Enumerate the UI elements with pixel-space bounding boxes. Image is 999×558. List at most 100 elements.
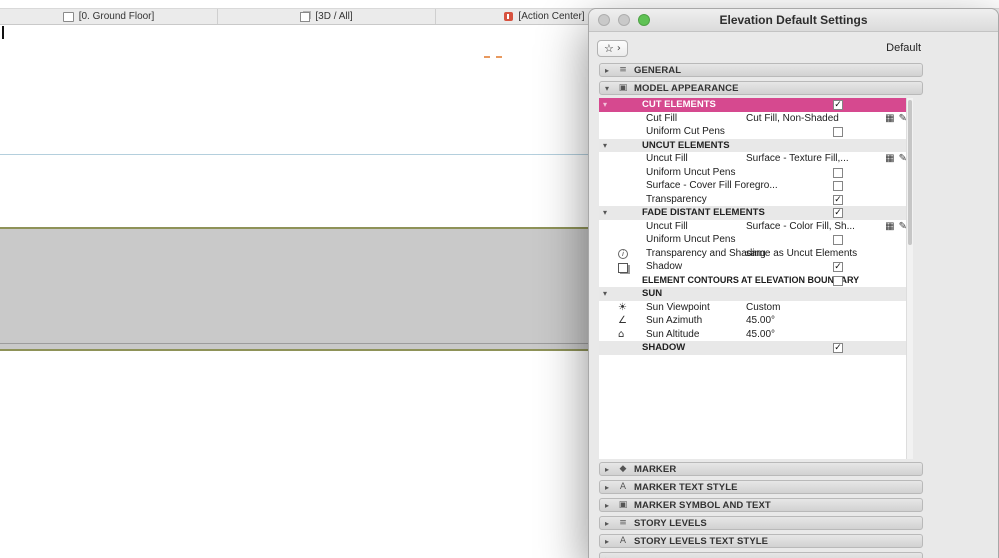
row-value[interactable]: Custom (746, 301, 780, 315)
story-levels-text-icon: A (619, 536, 627, 546)
uniform-uncut-pens-checkbox[interactable] (833, 167, 843, 178)
cut-elements-checkbox[interactable] (833, 100, 843, 110)
subsection-fade-distant-elements[interactable]: ▾ FADE DISTANT ELEMENTS (599, 206, 913, 220)
element-contours-checkbox[interactable] (833, 275, 843, 286)
row-value[interactable]: Surface - Texture Fill,... (746, 152, 849, 166)
section-header-partial[interactable]: ▸ (599, 552, 923, 558)
favorites-button[interactable]: ☆ › (597, 39, 628, 57)
section-label: MARKER TEXT STYLE (634, 481, 738, 493)
section-story-levels[interactable]: ▸ ≡ STORY LEVELS (599, 516, 923, 530)
disclosure-triangle[interactable]: ▸ (605, 501, 612, 510)
fade-uniform-uncut-pens-checkbox[interactable] (833, 235, 843, 245)
row-transparency[interactable]: Transparency (599, 192, 913, 206)
transparency-checkbox[interactable] (833, 194, 843, 205)
row-value[interactable]: 45.00° (746, 328, 775, 342)
row-fade-uniform-uncut-pens[interactable]: Uniform Uncut Pens (599, 233, 913, 247)
subsection-label: UNCUT ELEMENTS (642, 139, 730, 151)
elevation-guide-line (0, 154, 588, 155)
slab-inner-line (0, 343, 588, 344)
zoom-button[interactable] (638, 14, 650, 26)
tab-ground-floor[interactable]: [0. Ground Floor] (0, 9, 218, 24)
section-marker-symbol-and-text[interactable]: ▸ ▣ MARKER SYMBOL AND TEXT (599, 498, 923, 512)
minimize-button[interactable] (618, 14, 630, 26)
row-value[interactable]: Cut Fill, Non-Shaded (746, 112, 839, 126)
close-button[interactable] (598, 14, 610, 26)
uniform-cut-pens-checkbox[interactable] (833, 127, 843, 137)
action-center-icon (504, 12, 514, 21)
shadow-checkbox[interactable] (833, 262, 843, 272)
row-surface-cover-fill[interactable]: Surface - Cover Fill Foregro... (599, 179, 913, 193)
row-buttons: ▦ ✎ (885, 113, 907, 124)
section-marker-text-style[interactable]: ▸ A MARKER TEXT STYLE (599, 480, 923, 494)
disclosure-triangle[interactable]: ▾ (603, 98, 607, 112)
row-label: SHADOW (642, 342, 686, 353)
dialog-title: Elevation Default Settings (719, 13, 868, 27)
fill-settings-icon[interactable]: ▦ (885, 221, 894, 232)
settings-panel: ▸ ≡ GENERAL ▾ ▣ MODEL APPEARANCE ▾ CUT E… (599, 63, 923, 558)
section-label: MARKER SYMBOL AND TEXT (634, 499, 771, 511)
elevation-slab-band (0, 227, 588, 351)
story-levels-icon: ≡ (619, 518, 627, 528)
row-label: Sun Azimuth (646, 315, 703, 326)
section-story-levels-text-style[interactable]: ▸ A STORY LEVELS TEXT STYLE (599, 534, 923, 548)
story-icon (62, 11, 74, 22)
general-settings-icon: ≡ (619, 65, 627, 75)
section-label: GENERAL (634, 64, 682, 76)
row-cut-elements[interactable]: ▾ CUT ELEMENTS (599, 98, 913, 112)
shadow-icon (618, 263, 628, 273)
row-label: Surface - Cover Fill Foregro... (646, 180, 778, 191)
subsection-label: FADE DISTANT ELEMENTS (642, 207, 765, 218)
row-buttons: ▦ ✎ (885, 153, 907, 164)
subsection-sun[interactable]: ▾ SUN (599, 287, 913, 301)
row-label: Uniform Uncut Pens (646, 234, 736, 245)
window-controls (598, 14, 650, 26)
row-value[interactable]: 45.00° (746, 314, 775, 328)
row-label: Uncut Fill (646, 220, 688, 232)
fade-distant-checkbox[interactable] (833, 208, 843, 218)
section-model-appearance[interactable]: ▾ ▣ MODEL APPEARANCE (599, 81, 923, 95)
scrollbar-thumb[interactable] (908, 100, 912, 245)
row-label: Sun Viewpoint (646, 301, 710, 313)
section-marker[interactable]: ▸ ◆ MARKER (599, 462, 923, 476)
sun-icon: ☀ (618, 301, 627, 313)
section-general[interactable]: ▸ ≡ GENERAL (599, 63, 923, 77)
row-value[interactable]: Surface - Color Fill, Sh... (746, 220, 855, 234)
3d-view-icon (300, 11, 311, 22)
section-label: STORY LEVELS (634, 517, 707, 529)
tab-label: [Action Center] (518, 11, 585, 22)
parameters-list: ▾ CUT ELEMENTS Cut Fill Cut Fill, Non-Sh… (599, 98, 913, 459)
disclosure-triangle[interactable]: ▸ (605, 537, 612, 546)
row-uniform-uncut-pens[interactable]: Uniform Uncut Pens (599, 165, 913, 179)
disclosure-triangle[interactable]: ▸ (605, 66, 612, 75)
row-uniform-cut-pens[interactable]: Uniform Cut Pens (599, 125, 913, 139)
disclosure-triangle[interactable]: ▾ (603, 287, 607, 301)
disclosure-triangle[interactable]: ▸ (605, 483, 612, 492)
fill-settings-icon[interactable]: ▦ (885, 113, 894, 124)
disclosure-triangle[interactable]: ▸ (605, 465, 612, 474)
surface-cover-fill-checkbox[interactable] (833, 181, 843, 191)
disclosure-triangle[interactable]: ▾ (603, 139, 607, 153)
row-element-contours[interactable]: ELEMENT CONTOURS AT ELEVATION BOUNDARY (599, 273, 913, 287)
row-shadow-master[interactable]: SHADOW (599, 341, 913, 355)
disclosure-triangle[interactable]: ▾ (605, 84, 612, 93)
row-uncut-fill[interactable]: Uncut Fill Surface - Texture Fill,... ▦ … (599, 152, 913, 166)
disclosure-triangle[interactable]: ▸ (605, 555, 612, 558)
row-label: Uncut Fill (646, 153, 688, 164)
row-sun-altitude[interactable]: ⌂ Sun Altitude 45.00° (599, 327, 913, 342)
subsection-uncut-elements[interactable]: ▾ UNCUT ELEMENTS (599, 138, 913, 153)
tab-3d-all[interactable]: [3D / All] (218, 9, 436, 24)
disclosure-triangle[interactable]: ▸ (605, 519, 612, 528)
row-fade-uncut-fill[interactable]: Uncut Fill Surface - Color Fill, Sh... ▦… (599, 219, 913, 234)
shadow-master-checkbox[interactable] (833, 343, 843, 353)
row-cut-fill[interactable]: Cut Fill Cut Fill, Non-Shaded ▦ ✎ (599, 111, 913, 126)
row-sun-viewpoint[interactable]: ☀ Sun Viewpoint Custom (599, 300, 913, 315)
scrollbar[interactable] (906, 98, 913, 459)
disclosure-triangle[interactable]: ▾ (603, 206, 607, 220)
elevation-default-settings-dialog: Elevation Default Settings ☆ › Default ▸… (588, 8, 999, 558)
marker-icon: ◆ (619, 464, 627, 474)
row-shadow[interactable]: Shadow (599, 260, 913, 274)
dialog-titlebar[interactable]: Elevation Default Settings (589, 9, 998, 32)
fill-settings-icon[interactable]: ▦ (885, 153, 894, 164)
row-sun-azimuth[interactable]: ∠ Sun Azimuth 45.00° (599, 314, 913, 328)
row-transparency-and-shading[interactable]: i Transparency and Shading same as Uncut… (599, 246, 913, 260)
